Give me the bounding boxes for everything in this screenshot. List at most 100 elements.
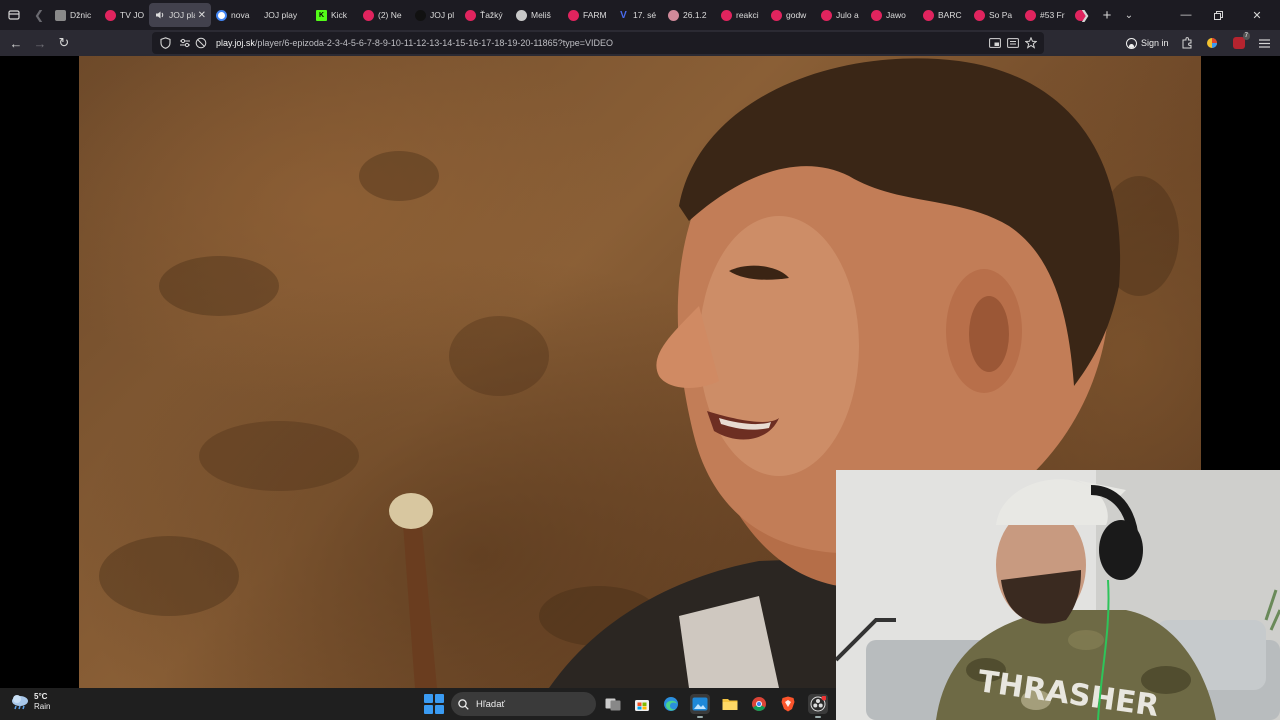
file-explorer-folder-icon[interactable] — [720, 694, 740, 714]
brave-browser-icon[interactable] — [778, 694, 798, 714]
tab-title: nova — [231, 10, 250, 20]
chrome-browser-icon[interactable] — [749, 694, 769, 714]
sign-in-button[interactable]: Sign in — [1126, 35, 1169, 51]
forward-button[interactable]: → — [29, 33, 51, 53]
minimize-button[interactable]: — — [1170, 0, 1202, 30]
v-icon: V — [620, 9, 627, 21]
tab-10[interactable]: Meliš — [511, 3, 563, 27]
tab-4[interactable]: nova — [211, 3, 259, 27]
tab-1[interactable]: Džnic — [50, 3, 100, 27]
new-tab-button[interactable]: + — [1096, 3, 1118, 27]
tab-title: So Pa — [989, 10, 1013, 20]
kick-icon: K — [316, 9, 327, 21]
close-tab-icon[interactable]: ✕ — [198, 10, 206, 21]
reload-button[interactable]: ↻ — [53, 33, 75, 53]
search-placeholder: Hľadať — [476, 698, 506, 710]
task-view-icon[interactable] — [603, 694, 623, 714]
extensions-puzzle-icon[interactable] — [1178, 34, 1196, 52]
tab-overflow-chevron-down-icon[interactable]: ⌄ — [1118, 3, 1140, 27]
tab-title: JOJ play — [264, 10, 298, 20]
tab-title: 17. sé — [633, 10, 657, 20]
address-bar[interactable]: play.joj.sk/player/6-epizoda-2-3-4-5-6-7… — [152, 32, 1044, 54]
photos-app-icon[interactable] — [690, 694, 710, 718]
youtube-icon — [1025, 9, 1036, 21]
navigation-toolbar: ← → ↻ play.joj.sk/player/6-epizoda-2-3-4… — [0, 30, 1280, 56]
tab-title: Julo a — [836, 10, 859, 20]
tab-2[interactable]: TV JOJ — [100, 3, 149, 27]
url-text[interactable]: play.joj.sk/player/6-epizoda-2-3-4-5-6-7… — [216, 38, 613, 48]
speaker-icon — [154, 10, 165, 21]
tomato-icon — [516, 9, 527, 21]
tab-title: FARM — [583, 10, 607, 20]
tab-title: #53 Fr — [1040, 10, 1065, 20]
tab-15[interactable]: godw — [766, 3, 816, 27]
tab-6[interactable]: K Kick — [311, 3, 358, 27]
close-window-button[interactable]: ✕ — [1234, 0, 1280, 30]
tab-17[interactable]: Jawo — [866, 3, 918, 27]
tab-5[interactable]: JOJ play — [259, 3, 311, 27]
tab-9[interactable]: Ťažký — [460, 3, 511, 27]
tab-14[interactable]: reakci — [716, 3, 766, 27]
weather-text: 5°C Rain — [34, 692, 50, 712]
app-menu-hamburger-icon[interactable] — [1255, 34, 1273, 52]
scroll-tabs-left-icon[interactable]: ❮ — [30, 5, 48, 25]
tiktok-icon — [415, 9, 426, 21]
youtube-icon — [974, 9, 985, 21]
weather-description: Rain — [34, 702, 51, 711]
edge-browser-icon[interactable] — [661, 694, 681, 714]
youtube-icon — [821, 9, 832, 21]
tab-title: JOJ pl — [430, 10, 455, 20]
url-path: /player/6-epizoda-2-3-4-5-6-7-8-9-10-11-… — [254, 38, 613, 48]
tab-title: (2) Ne — [378, 10, 402, 20]
tracking-protection-shield-icon[interactable] — [158, 36, 172, 50]
rain-cloud-icon — [12, 695, 28, 710]
tab-20[interactable]: #53 Fr — [1020, 3, 1070, 27]
bookmark-star-icon[interactable] — [1022, 34, 1040, 52]
tabs-container: Džnic TV JOJ JOJ pla✕ nova JOJ play K Kick (2) … — [50, 3, 1086, 27]
tab-7[interactable]: (2) Ne — [358, 3, 410, 27]
tab-8[interactable]: JOJ pl — [410, 3, 460, 27]
tab-title: reakci — [736, 10, 759, 20]
tab-title: JOJ pla — [169, 10, 195, 20]
webcam-feed-image: THRASHER — [836, 470, 1280, 720]
tab-title: Meliš — [531, 10, 551, 20]
extension-colorful-icon[interactable] — [1203, 34, 1221, 52]
extension-red-badge-icon[interactable]: 7 — [1230, 32, 1250, 52]
joj-icon — [105, 9, 116, 21]
start-windows-icon[interactable] — [424, 694, 444, 714]
page-icon — [55, 9, 66, 21]
reader-view-icon[interactable] — [1004, 34, 1022, 52]
tab-18[interactable]: BARC — [918, 3, 969, 27]
search-icon — [458, 698, 469, 710]
tab-13[interactable]: 26.1.2 — [663, 3, 716, 27]
tab-12[interactable]: V 17. sé — [613, 3, 663, 27]
picture-in-picture-icon[interactable] — [986, 34, 1004, 52]
tab-title: Džnic — [70, 10, 92, 20]
tab-title: godw — [786, 10, 807, 20]
tab-3[interactable]: JOJ pla✕ — [149, 3, 211, 27]
tab-11[interactable]: FARM — [563, 3, 613, 27]
youtube-icon — [721, 9, 732, 21]
weather-temperature: 5°C — [34, 692, 48, 701]
tab-16[interactable]: Julo a — [816, 3, 866, 27]
youtube-icon — [568, 9, 579, 21]
bookmark-icon — [465, 9, 476, 21]
restore-button[interactable] — [1202, 0, 1234, 30]
taskbar-search-box[interactable]: Hľadať — [451, 692, 596, 716]
tab-list-icon[interactable] — [4, 5, 24, 25]
tab-19[interactable]: So Pa — [969, 3, 1020, 27]
weather-widget[interactable]: 5°C Rain — [10, 692, 50, 712]
url-domain: play.joj.sk — [216, 38, 255, 48]
back-button[interactable]: ← — [5, 33, 27, 53]
permissions-icon[interactable] — [178, 36, 192, 50]
url-actions — [986, 34, 1040, 52]
extension-badge-count: 7 — [1242, 32, 1250, 40]
tab-title: Ťažký — [480, 10, 503, 20]
tab-title: 26.1.2 — [683, 10, 707, 20]
tabbar-controls: ❯ + ⌄ — ✕ — [1074, 0, 1280, 30]
youtube-icon — [771, 9, 782, 21]
autoplay-blocked-icon[interactable] — [194, 36, 208, 50]
scroll-tabs-right-icon[interactable]: ❯ — [1074, 3, 1096, 27]
obs-recording-icon[interactable] — [808, 694, 828, 718]
microsoft-store-icon[interactable] — [632, 694, 652, 714]
